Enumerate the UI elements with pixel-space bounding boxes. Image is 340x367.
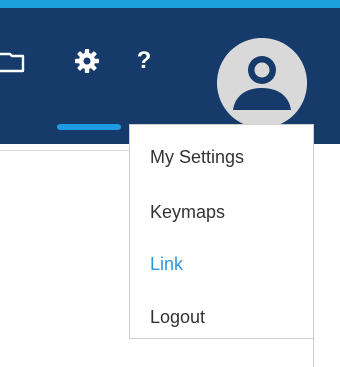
menu-item-link[interactable]: Link	[150, 255, 183, 273]
help-icon: ?	[136, 47, 152, 74]
folder-button[interactable]	[0, 48, 26, 80]
active-tab-indicator	[57, 124, 121, 130]
content-divider	[0, 150, 130, 151]
user-menu-dropdown: My Settings Keymaps Link Logout	[129, 124, 314, 339]
menu-item-keymaps[interactable]: Keymaps	[150, 203, 225, 221]
folder-icon	[0, 46, 26, 83]
gear-icon	[73, 47, 101, 80]
top-border	[0, 0, 340, 8]
menu-stem	[313, 338, 314, 367]
menu-item-my-settings[interactable]: My Settings	[150, 148, 244, 166]
menu-item-logout[interactable]: Logout	[150, 308, 205, 326]
help-button[interactable]: ?	[126, 40, 162, 84]
user-avatar-button[interactable]	[217, 38, 307, 128]
settings-button[interactable]	[66, 42, 108, 84]
